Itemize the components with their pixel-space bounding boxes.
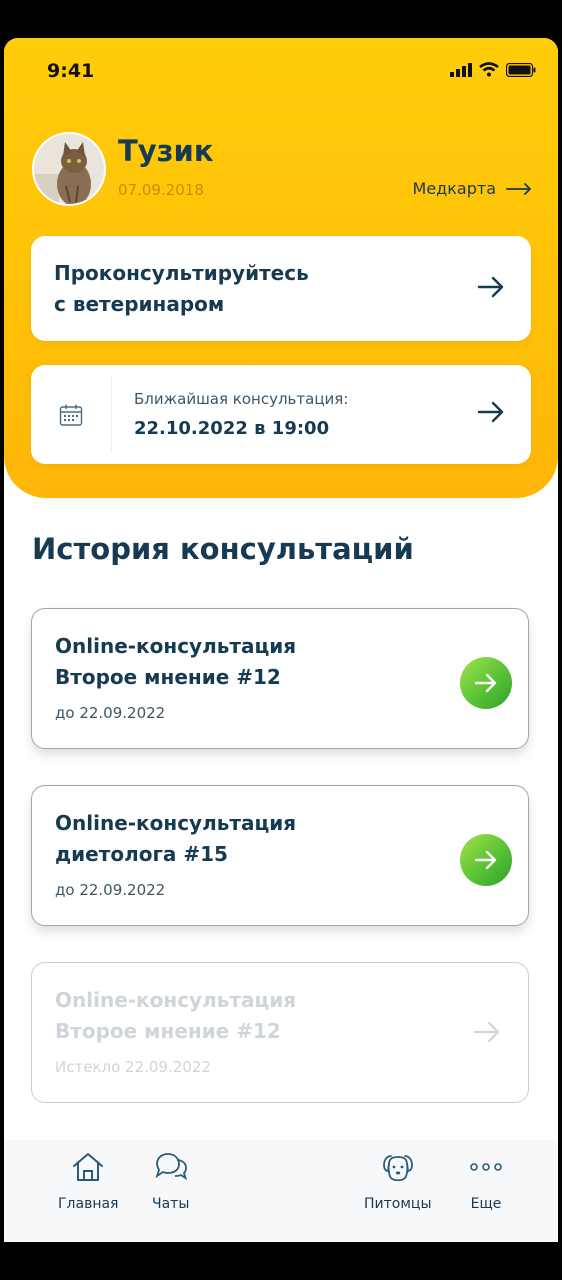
medcard-label: Медкарта [412, 179, 496, 198]
history-item[interactable]: Online-консультация диетолога #15 до 22.… [31, 785, 529, 926]
history-item-title: Online-консультация диетолога #15 [55, 811, 297, 866]
next-consultation-label: Ближайшая консультация: [134, 390, 349, 408]
chat-bubbles-icon [155, 1153, 187, 1181]
next-consultation-datetime: 22.10.2022 в 19:00 [134, 418, 330, 439]
tab-pets-label: Питомцы [364, 1196, 432, 1212]
medcard-link[interactable]: Медкарта [413, 179, 532, 198]
tab-home-label: Главная [58, 1196, 119, 1212]
arrow-right-icon [477, 401, 504, 423]
open-consultation-button[interactable] [460, 834, 512, 886]
pet-birth-date: 07.09.2018 [118, 181, 204, 199]
pet-avatar[interactable] [32, 132, 106, 206]
arrow-right-icon [477, 276, 504, 298]
arrow-right-icon [474, 850, 497, 870]
ellipsis-icon [470, 1163, 502, 1171]
tab-chats-label: Чаты [152, 1196, 190, 1212]
tab-pets[interactable]: Питомцы [364, 1150, 432, 1212]
consult-vet-card[interactable]: Проконсультируйтесь с ветеринаром [31, 236, 531, 341]
history-item-date: до 22.09.2022 [55, 704, 166, 722]
history-item-date: до 22.09.2022 [55, 881, 166, 899]
divider [111, 377, 112, 452]
arrow-right-icon [474, 673, 497, 693]
house-icon [73, 1153, 104, 1181]
tab-chats[interactable]: Чаты [152, 1150, 189, 1212]
arrow-right-icon [506, 182, 532, 195]
calendar-icon [59, 404, 83, 426]
history-title: История консультаций [32, 532, 414, 566]
arrow-right-icon [473, 1021, 500, 1043]
history-item-title: Online-консультация Второе мнение #12 [55, 988, 297, 1043]
history-item-expired[interactable]: Online-консультация Второе мнение #12 Ис… [31, 962, 529, 1103]
open-consultation-button[interactable] [460, 657, 512, 709]
history-item-date: Истекло 22.09.2022 [55, 1058, 211, 1076]
status-time: 9:41 [47, 60, 95, 82]
status-icons [450, 62, 536, 77]
bottom-tab-bar: Главная Чаты Питомцы Еще [4, 1140, 558, 1242]
cat-photo [34, 134, 104, 204]
signal-icon [450, 62, 472, 77]
history-item[interactable]: Online-консультация Второе мнение #12 до… [31, 608, 529, 749]
battery-icon [506, 62, 536, 77]
app-screen: 9:41 Тузик 07.09.2018 Медкарта Проконсул… [4, 38, 558, 1242]
pet-header: 9:41 Тузик 07.09.2018 Медкарта Проконсул… [4, 38, 558, 498]
wifi-icon [479, 62, 499, 77]
history-item-title: Online-консультация Второе мнение #12 [55, 634, 297, 689]
tab-home[interactable]: Главная [58, 1150, 118, 1212]
dog-icon [382, 1155, 413, 1182]
tab-more-label: Еще [470, 1196, 502, 1212]
pet-name: Тузик [118, 134, 214, 168]
consult-vet-label: Проконсультируйтесь с ветеринаром [54, 261, 309, 316]
tab-more[interactable]: Еще [468, 1150, 504, 1212]
next-consultation-card[interactable]: Ближайшая консультация: 22.10.2022 в 19:… [31, 365, 531, 464]
